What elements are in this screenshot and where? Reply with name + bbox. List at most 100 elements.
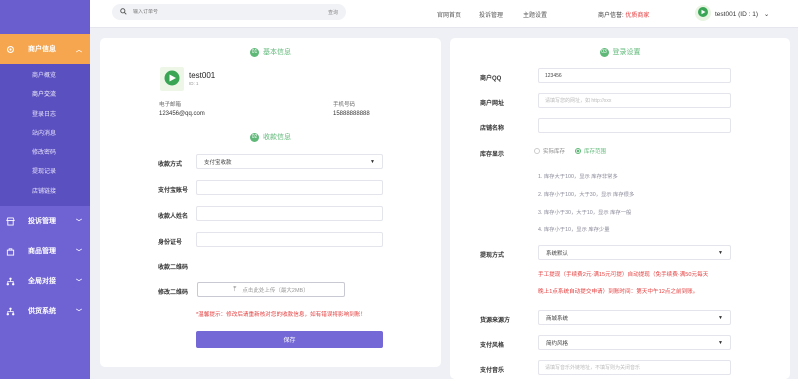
shop-name-label: 店铺名称 [480, 126, 505, 132]
section-title-login-settings: 03 登录设置 [599, 47, 641, 57]
sidebar-item-global-docking[interactable]: 全局对接 ﹀ [0, 266, 90, 296]
supply-source-select[interactable]: 商城系统 ▼ [538, 310, 731, 325]
sidebar-item-label: 商品管理 [28, 248, 56, 256]
sidebar-subitem-shop-link[interactable]: 店铺链接 [0, 183, 90, 202]
email-label: 电子邮箱 [159, 102, 182, 108]
id-card-input[interactable] [196, 232, 383, 247]
login-settings-card: 03 登录设置 商户QQ 123456 商户网址 请填写您的网址，如 http:/… [450, 38, 790, 379]
merchant-qq-label: 商户QQ [480, 76, 502, 82]
save-button[interactable]: 保存 [196, 331, 383, 348]
section-number: 03 [599, 47, 609, 57]
order-search: 查询 [112, 4, 346, 20]
top-bar: 查询 官网首页 投诉管理 主题设置 商户信誉: 优质商家 test001 (ID… [90, 0, 798, 28]
qrcode-upload-button[interactable]: ⤒ 点击此处上传（最大2MB） [197, 282, 345, 297]
pay-music-input[interactable]: 请填写音乐外链地址，不填写则为关闭音乐 [538, 360, 731, 375]
sidebar-submenu: 商户概览 商户交流 登录日志 站内消息 修改密码 提现记录 店铺链接 [0, 64, 90, 207]
supply-source-value: 商城系统 [546, 315, 569, 322]
withdraw-warning-line: 手工提现（手续费2元·满15元可提）自动提现（免手续费·满50元每天 [538, 272, 709, 278]
sidebar-subitem-messages[interactable]: 站内消息 [0, 125, 90, 144]
sidebar: 商户信息 ︿ 商户概览 商户交流 登录日志 站内消息 修改密码 提现记录 店铺链… [0, 0, 90, 379]
stock-radio-range[interactable]: 库存范围 [575, 147, 606, 155]
merchant-credit-value: 优质商家 [625, 13, 650, 19]
section-title-basic-info: 01 基本信息 [250, 47, 291, 57]
alipay-account-label: 支付宝账号 [158, 188, 189, 194]
payment-method-value: 支付宝收款 [204, 159, 232, 166]
section-title-payment-info: 02 收款信息 [250, 132, 291, 142]
search-button[interactable]: 查询 [328, 9, 338, 16]
user-name: test001 (ID : 1) [715, 11, 758, 18]
modify-qrcode-label: 修改二维码 [158, 290, 189, 296]
stock-hint: 4. 库存小于10，显示 库存少量 [538, 227, 610, 233]
sidebar-subitem-login-log[interactable]: 登录日志 [0, 106, 90, 125]
chevron-down-icon: ﹀ [75, 219, 82, 226]
alipay-account-input[interactable] [196, 180, 383, 195]
sidebar-subitem-exchange[interactable]: 商户交流 [0, 86, 90, 105]
network-icon [6, 277, 15, 286]
search-input[interactable] [133, 9, 328, 15]
sidebar-subitem-overview[interactable]: 商户概览 [0, 67, 90, 86]
merchant-website-label: 商户网址 [480, 101, 505, 107]
payee-name-input[interactable] [196, 206, 383, 221]
payment-method-label: 收款方式 [158, 162, 183, 168]
sidebar-subitem-change-password[interactable]: 修改密码 [0, 144, 90, 163]
caret-down-icon: ▼ [718, 314, 723, 321]
phone-label: 手机号码 [333, 102, 356, 108]
chevron-down-icon: ﹀ [75, 279, 82, 286]
sidebar-logo-area [0, 0, 90, 34]
nav-link-theme[interactable]: 主题设置 [523, 10, 547, 19]
avatar [160, 67, 184, 91]
upload-icon: ⤒ [233, 285, 237, 293]
sidebar-item-account-info[interactable]: 商户信息 ︿ [0, 34, 90, 64]
phone-value: 15888888888 [333, 111, 370, 117]
nav-link-complaints[interactable]: 投诉管理 [479, 10, 503, 19]
sidebar-item-label: 全局对接 [28, 278, 56, 286]
withdraw-method-value: 系统默认 [546, 250, 569, 257]
payee-name-label: 收款人姓名 [158, 214, 189, 220]
sidebar-item-complaints[interactable]: 投诉管理 ﹀ [0, 206, 90, 236]
sidebar-item-products[interactable]: 商品管理 ﹀ [0, 236, 90, 266]
sidebar-item-label: 供货系统 [28, 308, 56, 316]
caret-down-icon: ▼ [370, 158, 375, 165]
pay-style-select[interactable]: 简约风格 ▼ [538, 335, 731, 350]
merchant-qq-input[interactable]: 123456 [538, 68, 731, 83]
sidebar-item-label: 商户信息 [28, 46, 56, 53]
caret-down-icon: ▼ [718, 249, 723, 256]
radio-dot-selected [575, 148, 581, 154]
stock-display-label: 库存显示 [480, 152, 505, 158]
chevron-up-icon: ︿ [75, 47, 82, 54]
id-card-label: 身份证号 [158, 240, 183, 246]
section-number: 02 [250, 132, 259, 142]
payment-method-select[interactable]: 支付宝收款 ▼ [196, 154, 383, 169]
merchant-credit-label: 商户信誉: [598, 13, 624, 19]
sidebar-item-supply-system[interactable]: 供货系统 ﹀ [0, 296, 90, 326]
store-icon [6, 217, 15, 226]
profile-user-id: ID: 1 [189, 81, 199, 86]
upload-text: 点击此处上传（最大2MB） [242, 287, 309, 294]
nav-link-home[interactable]: 官网首页 [437, 10, 461, 19]
qrcode-label: 收款二维码 [158, 265, 189, 271]
user-menu[interactable]: test001 (ID : 1) ⌄ [715, 10, 769, 18]
stock-hint: 2. 库存小于100，大于30，显示 库存很多 [538, 192, 635, 198]
merchant-website-input[interactable]: 请填写您的网址，如 http://xxx [538, 93, 731, 108]
stock-hint: 3. 库存小于30，大于10，显示 库存一般 [538, 210, 632, 216]
chevron-down-icon: ﹀ [75, 249, 82, 256]
withdraw-method-select[interactable]: 系统默认 ▼ [538, 245, 731, 260]
withdraw-warning-line: 晚上1点系统自动提交申请）到账时间：第天中午12点之前到账。 [538, 289, 699, 295]
stock-hint: 1. 库存大于100，显示 库存非常多 [538, 174, 618, 180]
search-icon [120, 7, 127, 17]
sidebar-item-label: 投诉管理 [28, 218, 56, 226]
supply-source-label: 货源来源方 [480, 318, 511, 324]
avatar[interactable] [695, 5, 711, 21]
shop-name-input[interactable] [538, 118, 731, 133]
bag-icon [6, 247, 15, 256]
pay-style-value: 简约风格 [546, 340, 569, 347]
radio-dot [534, 148, 540, 154]
profile-username: test001 [189, 71, 216, 80]
network-icon [6, 307, 15, 316]
email-value: 123456@qq.com [159, 111, 205, 117]
sidebar-subitem-withdraw-records[interactable]: 提现记录 [0, 163, 90, 182]
pay-style-label: 支付风格 [480, 343, 505, 349]
payment-warning: *温馨提示：修改后请重新核对您的收款信息，如有错误将影响到账！ [196, 312, 366, 318]
withdraw-method-label: 提现方式 [480, 253, 505, 259]
stock-radio-actual[interactable]: 实际库存 [534, 147, 565, 155]
